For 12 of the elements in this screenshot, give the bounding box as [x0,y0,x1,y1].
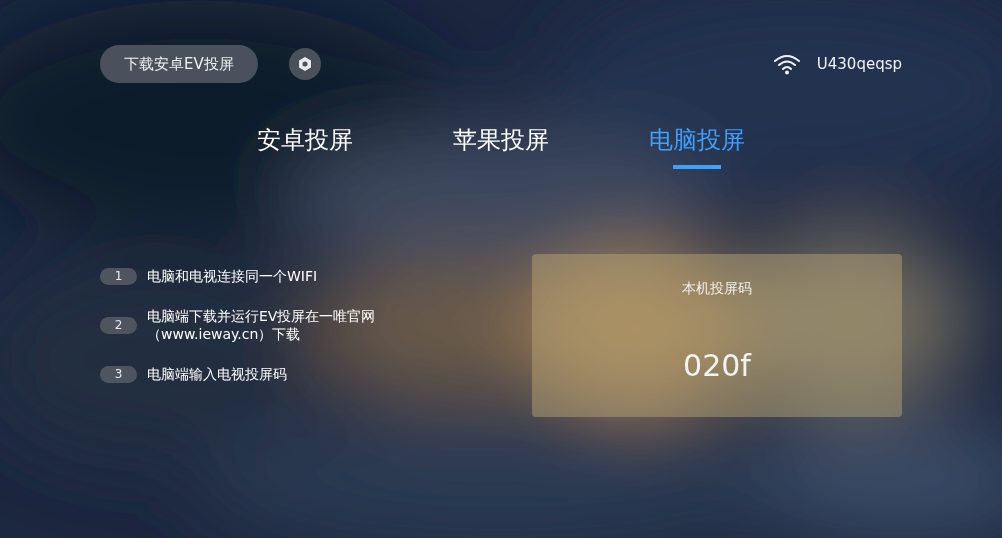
card-title: 本机投屏码 [682,280,752,298]
wifi-icon [772,53,801,75]
download-button[interactable]: 下载安卓EV投屏 [100,45,258,83]
step-text: 电脑端下载并运行EV投屏在一唯官网（www.ieway.cn）下载 [147,307,377,343]
step-text: 电脑端输入电视投屏码 [147,365,288,383]
step-text: 电脑和电视连接同一个WIFI [147,267,319,285]
tab[interactable]: 电脑投屏 [649,125,745,169]
tab[interactable]: 苹果投屏 [453,125,549,169]
settings-icon [296,56,313,72]
tab[interactable]: 安卓投屏 [257,125,353,169]
screen-code: 020f [683,348,751,383]
network-name: U430qeqsp [816,55,902,73]
